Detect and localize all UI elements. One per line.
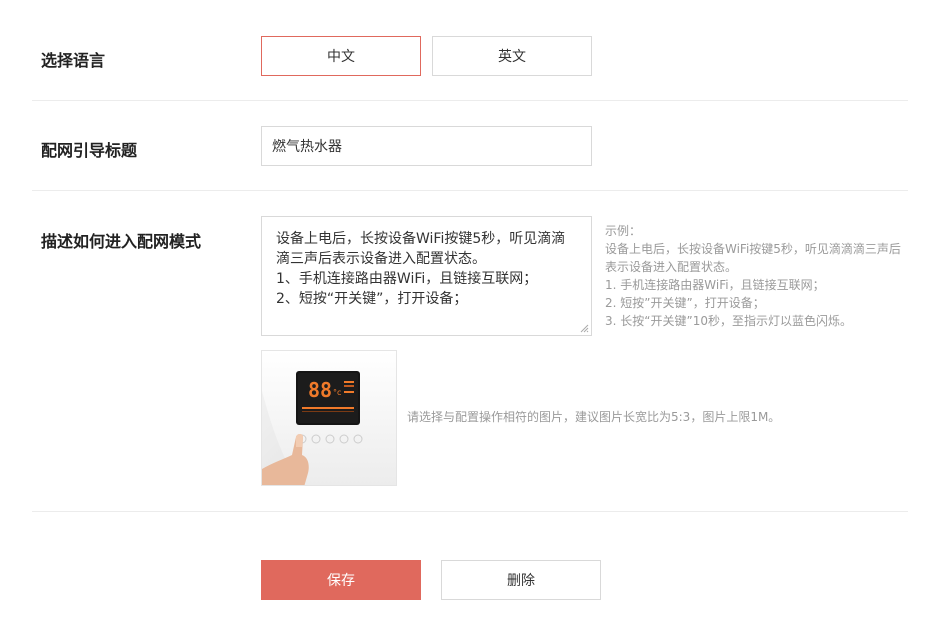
example-line: 2. 短按”开关键”，打开设备； — [605, 296, 765, 310]
language-label: 选择语言 — [41, 51, 106, 70]
description-line: 2、短按“开关键”，打开设备； — [276, 291, 468, 307]
example-line: 3. 长按“开关键”10秒，至指示灯以蓝色闪烁。 — [605, 314, 852, 328]
divider — [32, 511, 908, 512]
divider — [32, 100, 908, 101]
guide-title-input[interactable]: 燃气热水器 — [261, 126, 592, 166]
description-label: 描述如何进入配网模式 — [41, 232, 202, 251]
guide-title-label: 配网引导标题 — [41, 141, 138, 160]
language-option-chinese[interactable]: 中文 — [261, 36, 421, 76]
guide-title-value: 燃气热水器 — [272, 139, 342, 155]
description-textarea[interactable]: 设备上电后，长按设备WiFi按键5秒，听见滴滴滴三声后表示设备进入配置状态。 1… — [261, 216, 592, 336]
description-line: 设备上电后，长按设备WiFi按键5秒，听见滴滴滴三声后表示设备进入配置状态。 — [276, 231, 566, 267]
delete-button[interactable]: 删除 — [441, 560, 601, 600]
guide-image-upload[interactable]: 88 °c — [261, 350, 397, 486]
description-line: 1、手机连接路由器WiFi，且链接互联网； — [276, 271, 538, 287]
description-example: 示例： 设备上电后，长按设备WiFi按键5秒，听见滴滴滴三声后表示设备进入配置状… — [605, 222, 908, 330]
save-button[interactable]: 保存 — [261, 560, 421, 600]
language-option-english[interactable]: 英文 — [432, 36, 592, 76]
image-hint: 请选择与配置操作相符的图片，建议图片长宽比为5:3，图片上限1M。 — [407, 410, 781, 424]
divider — [32, 190, 908, 191]
example-line: 1. 手机连接路由器WiFi，且链接互联网； — [605, 278, 825, 292]
display-digits: 88 — [308, 378, 332, 402]
svg-text:°c: °c — [333, 388, 341, 397]
example-line: 示例： — [605, 224, 642, 238]
resize-grip-icon[interactable] — [579, 323, 589, 333]
example-line: 设备上电后，长按设备WiFi按键5秒，听见滴滴滴三声后表示设备进入配置状态。 — [605, 242, 901, 274]
water-heater-image: 88 °c — [262, 351, 396, 485]
